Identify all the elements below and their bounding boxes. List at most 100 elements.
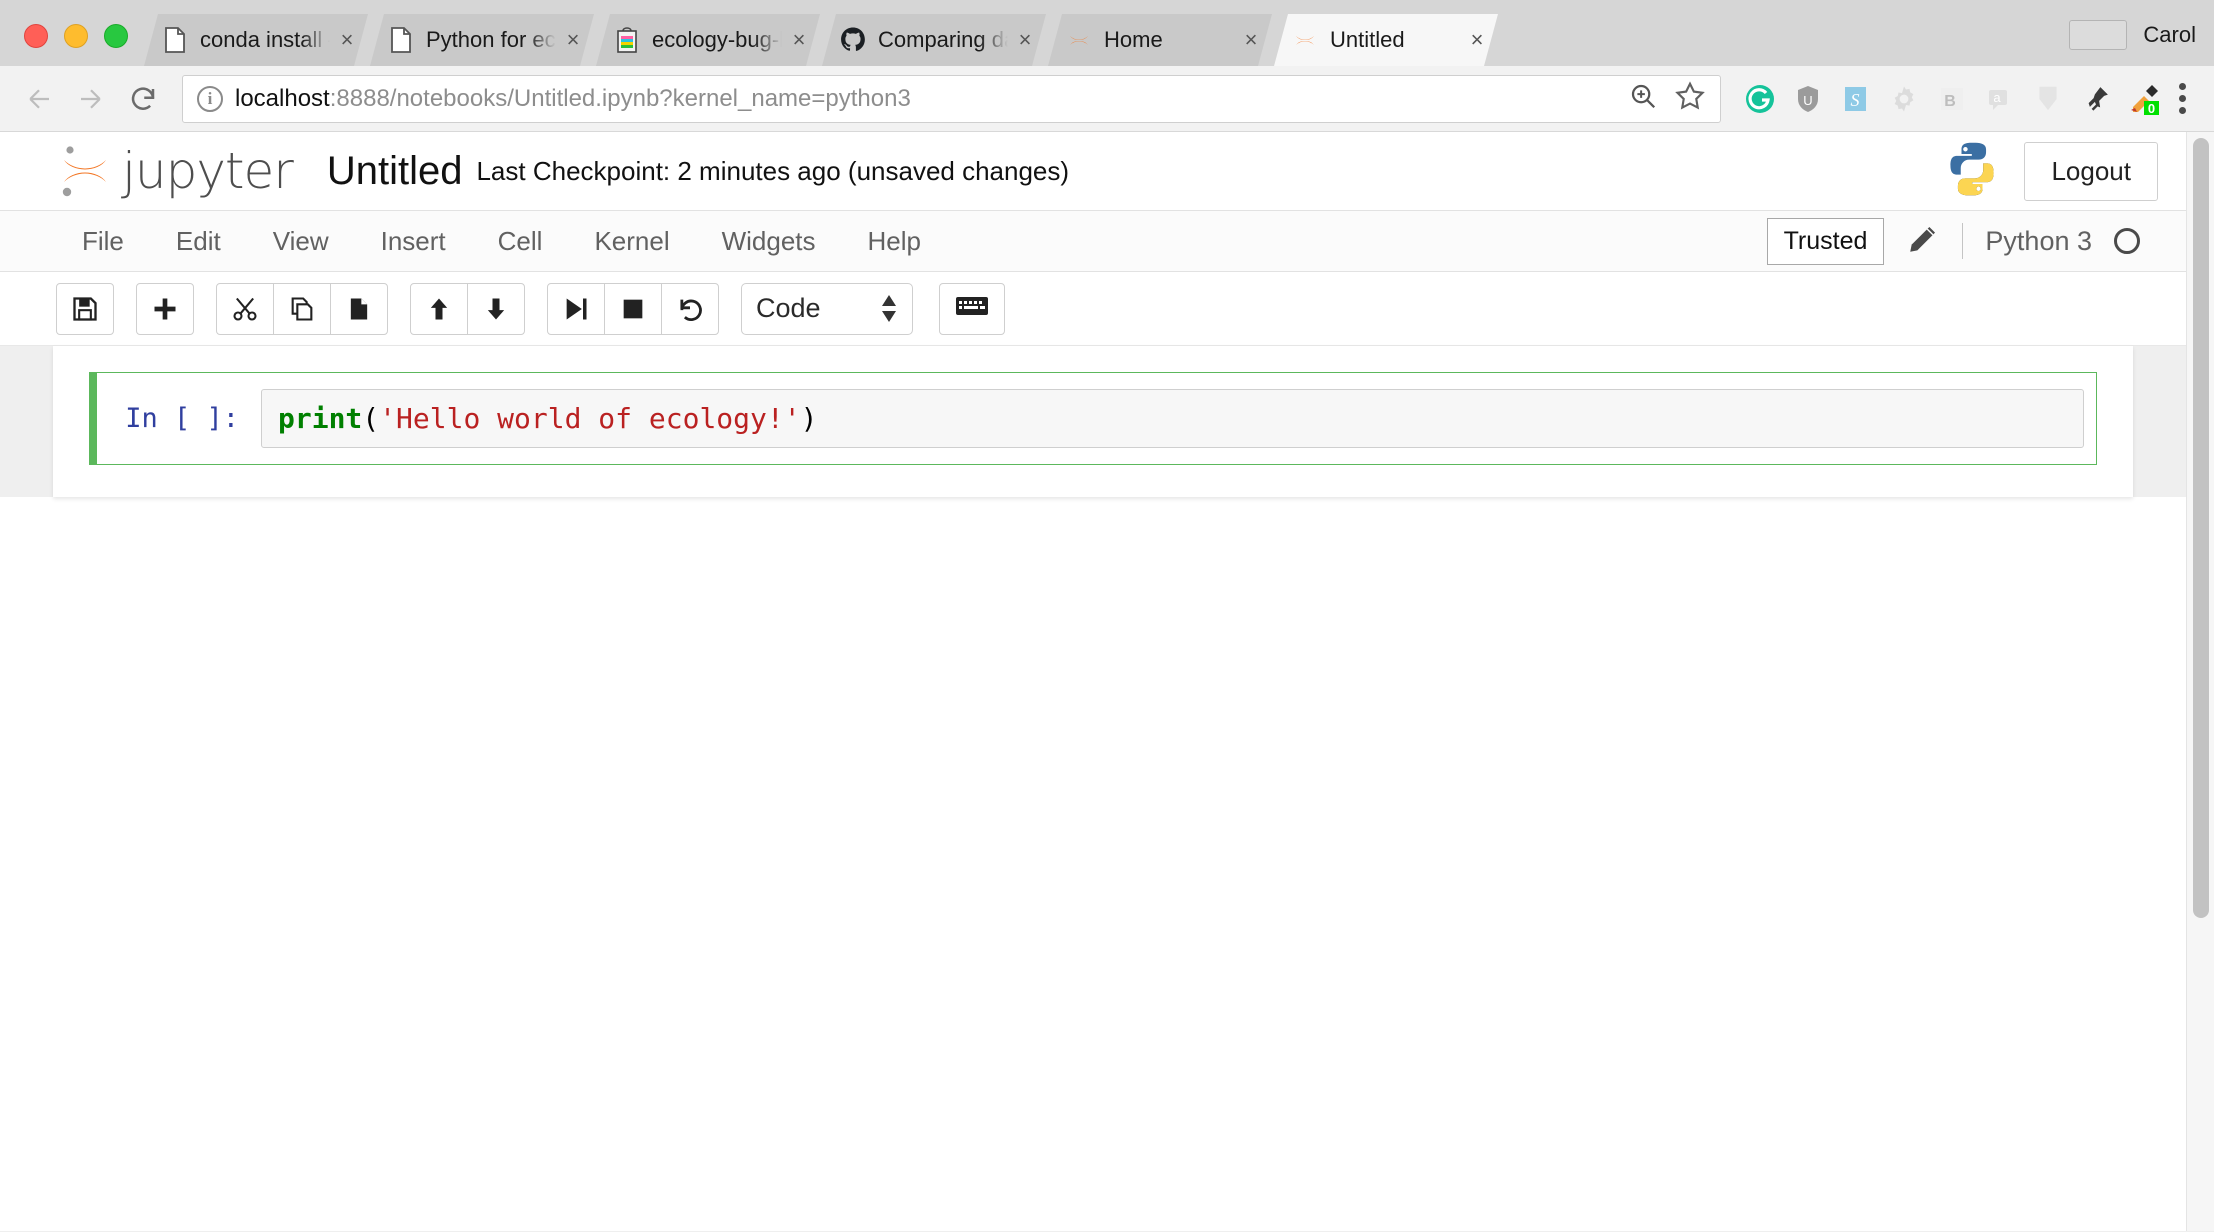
pin-extension-icon[interactable] bbox=[2079, 82, 2113, 116]
menu-file[interactable]: File bbox=[56, 216, 150, 267]
code-token-function: print bbox=[278, 402, 363, 435]
toolbar-group-save bbox=[56, 282, 114, 335]
tab-title: Python for ecologi bbox=[426, 27, 556, 52]
tab-title: Comparing dataca bbox=[878, 27, 1004, 52]
notebook-name[interactable]: Untitled bbox=[327, 149, 463, 194]
notebook-canvas: In [ ]: print('Hello world of ecology!') bbox=[0, 346, 2186, 497]
browser-navigation-bar: i localhost:8888/notebooks/Untitled.ipyn… bbox=[0, 66, 2214, 132]
evernote-extension-icon[interactable]: S bbox=[1839, 82, 1873, 116]
browser-tab-conda-install[interactable]: conda install — C × bbox=[144, 14, 368, 66]
close-tab-button[interactable]: × bbox=[1464, 27, 1490, 53]
code-token-close-paren: ) bbox=[800, 402, 818, 435]
page-content: jupyter Untitled Last Checkpoint: 2 minu… bbox=[0, 132, 2186, 497]
cut-cell-button[interactable] bbox=[216, 282, 274, 335]
close-tab-button[interactable]: × bbox=[1012, 27, 1038, 53]
jupyter-icon bbox=[1066, 27, 1092, 53]
move-cell-up-button[interactable] bbox=[410, 282, 468, 335]
kebab-menu-icon[interactable] bbox=[2161, 83, 2198, 114]
browser-tab-python-for-ecologists[interactable]: Python for ecologi × bbox=[370, 14, 594, 66]
profile-area: Carol bbox=[2055, 20, 2214, 66]
browser-tab-ecology-bug-bbq[interactable]: ecology-bug-bbq × bbox=[596, 14, 820, 66]
menu-insert[interactable]: Insert bbox=[355, 216, 472, 267]
close-tab-button[interactable]: × bbox=[786, 27, 812, 53]
scrollbar-thumb[interactable] bbox=[2193, 138, 2209, 918]
interrupt-kernel-button[interactable] bbox=[604, 282, 662, 335]
save-button[interactable] bbox=[56, 282, 114, 335]
browser-tab-home[interactable]: Home × bbox=[1048, 14, 1272, 66]
tab-strip: conda install — C × Python for ecologi × bbox=[0, 0, 2214, 66]
close-window-button[interactable] bbox=[24, 24, 48, 48]
page-icon bbox=[162, 27, 188, 53]
run-cell-button[interactable] bbox=[547, 282, 605, 335]
logout-button[interactable]: Logout bbox=[2024, 141, 2158, 201]
github-icon bbox=[840, 27, 866, 53]
kernel-status-indicator[interactable] bbox=[2114, 228, 2140, 254]
menu-kernel[interactable]: Kernel bbox=[568, 216, 695, 267]
notebook-paper: In [ ]: print('Hello world of ecology!') bbox=[53, 346, 2133, 497]
code-token-string: 'Hello world of ecology!' bbox=[379, 402, 801, 435]
address-bar-url: localhost:8888/notebooks/Untitled.ipynb?… bbox=[235, 85, 911, 113]
cell-prompt: In [ ]: bbox=[125, 403, 239, 434]
insert-cell-button[interactable] bbox=[136, 282, 194, 335]
url-host: localhost bbox=[235, 84, 330, 112]
paste-cell-button[interactable] bbox=[330, 282, 388, 335]
browser-tab-comparing-datacarpentry[interactable]: Comparing dataca × bbox=[822, 14, 1046, 66]
minimize-window-button[interactable] bbox=[64, 24, 88, 48]
close-tab-button[interactable]: × bbox=[334, 27, 360, 53]
page-scrollbar[interactable] bbox=[2186, 132, 2214, 1231]
command-palette-button[interactable] bbox=[939, 282, 1005, 335]
menu-help[interactable]: Help bbox=[842, 216, 947, 267]
close-tab-button[interactable]: × bbox=[560, 27, 586, 53]
zoom-in-icon[interactable] bbox=[1628, 81, 1658, 116]
svg-text:B: B bbox=[1944, 93, 1956, 110]
svg-text:a: a bbox=[1993, 90, 2001, 105]
menu-view[interactable]: View bbox=[247, 216, 355, 267]
python-icon bbox=[1942, 139, 2002, 204]
browser-window: conda install — C × Python for ecologi × bbox=[0, 0, 2214, 1232]
site-info-icon[interactable]: i bbox=[197, 85, 223, 112]
tabs-container: conda install — C × Python for ecologi × bbox=[144, 0, 2055, 66]
chevron-down-extension-icon[interactable] bbox=[2031, 82, 2065, 116]
menu-widgets[interactable]: Widgets bbox=[696, 216, 842, 267]
cell-type-select[interactable]: Code bbox=[741, 282, 913, 335]
jupyter-menubar: File Edit View Insert Cell Kernel Widget… bbox=[0, 210, 2186, 272]
menubar-divider bbox=[1962, 223, 1964, 259]
menu-edit[interactable]: Edit bbox=[150, 216, 247, 267]
settings-gear-extension-icon[interactable] bbox=[1887, 82, 1921, 116]
toolbar-group-clipboard bbox=[216, 282, 388, 335]
url-path: :8888/notebooks/Untitled.ipynb?kernel_na… bbox=[329, 84, 911, 112]
chat-bubble-extension-icon[interactable]: a bbox=[1983, 82, 2017, 116]
move-cell-down-button[interactable] bbox=[467, 282, 525, 335]
address-bar[interactable]: i localhost:8888/notebooks/Untitled.ipyn… bbox=[182, 74, 1721, 123]
forward-arrow-icon[interactable] bbox=[68, 76, 114, 122]
star-icon[interactable] bbox=[1674, 80, 1706, 117]
new-tab-button[interactable] bbox=[2069, 20, 2128, 50]
grammarly-extension-icon[interactable] bbox=[1743, 82, 1777, 116]
menubar-right: Trusted Python 3 bbox=[1766, 217, 2164, 265]
page-icon bbox=[388, 27, 414, 53]
jupyter-header: jupyter Untitled Last Checkpoint: 2 minu… bbox=[0, 132, 2186, 210]
menu-cell[interactable]: Cell bbox=[472, 216, 569, 267]
maximize-window-button[interactable] bbox=[104, 24, 128, 48]
reload-icon[interactable] bbox=[120, 76, 166, 122]
code-token-open-paren: ( bbox=[362, 402, 380, 435]
ublock-extension-icon[interactable]: U bbox=[1791, 82, 1825, 116]
close-tab-button[interactable]: × bbox=[1238, 27, 1264, 53]
jupyter-logo[interactable]: jupyter bbox=[56, 140, 294, 202]
profile-name[interactable]: Carol bbox=[2143, 22, 2196, 48]
checkpoint-status: Last Checkpoint: 2 minutes ago (unsaved … bbox=[476, 155, 1070, 186]
colorpick-extension-icon[interactable]: 0 bbox=[2127, 82, 2161, 116]
svg-text:U: U bbox=[1803, 93, 1812, 108]
pencil-icon[interactable] bbox=[1906, 222, 1940, 261]
page-viewport: jupyter Untitled Last Checkpoint: 2 minu… bbox=[0, 132, 2214, 1231]
code-editor[interactable]: print('Hello world of ecology!') bbox=[261, 389, 2084, 448]
clipboard-icon bbox=[614, 27, 640, 53]
notebook-cell[interactable]: In [ ]: print('Hello world of ecology!') bbox=[89, 372, 2097, 465]
browser-tab-untitled[interactable]: Untitled × bbox=[1274, 14, 1498, 66]
keyboard-icon bbox=[955, 294, 989, 323]
trusted-badge[interactable]: Trusted bbox=[1766, 217, 1885, 265]
bitly-extension-icon[interactable]: B bbox=[1935, 82, 1969, 116]
restart-kernel-button[interactable] bbox=[661, 282, 719, 335]
copy-cell-button[interactable] bbox=[273, 282, 331, 335]
back-arrow-icon[interactable] bbox=[16, 76, 62, 122]
